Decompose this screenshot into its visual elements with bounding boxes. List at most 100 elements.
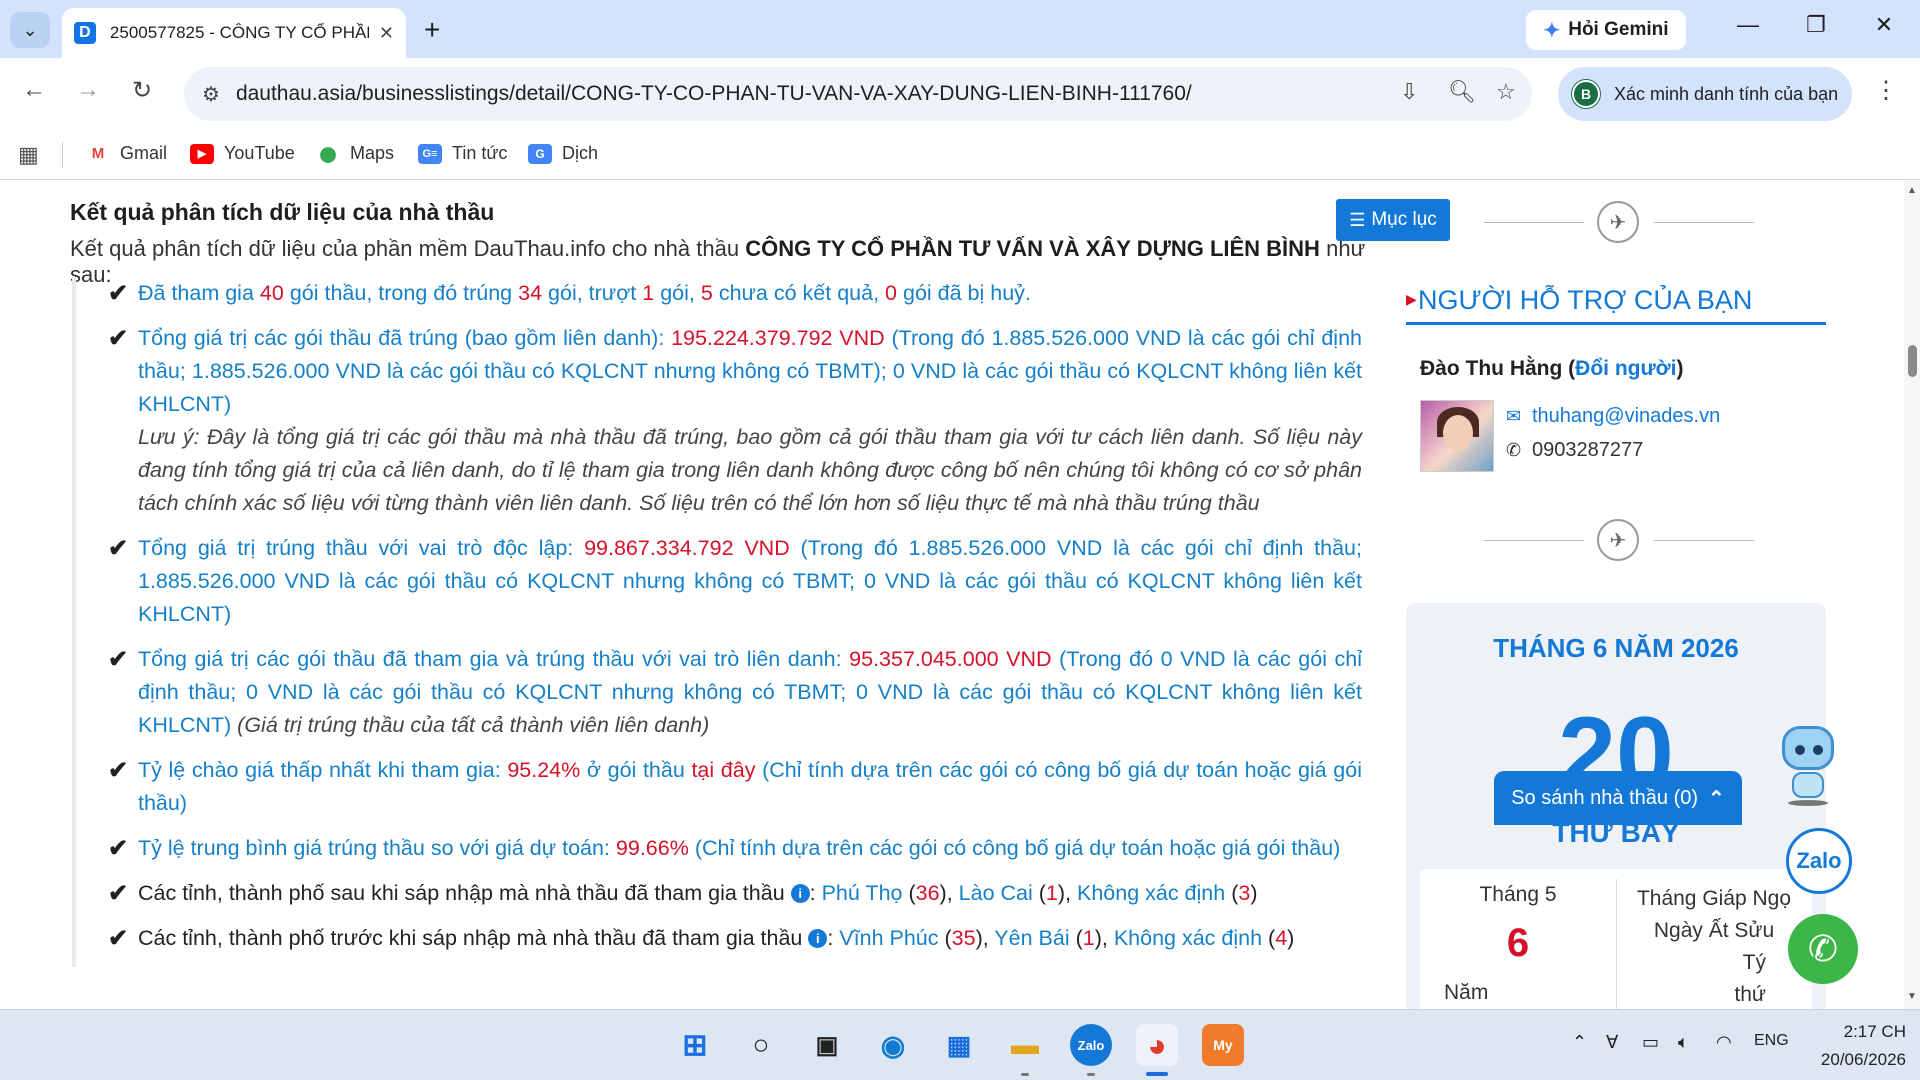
bookmark-translate[interactable]: G Dịch	[528, 143, 598, 164]
zalo-app-icon[interactable]: Zalo	[1070, 1024, 1112, 1066]
tab-title: 2500577825 - CÔNG TY CỔ PHẦN	[109, 23, 369, 42]
call-phone-button[interactable]: ✆	[1788, 914, 1858, 984]
bookmark-youtube[interactable]: ▶ YouTube	[190, 143, 295, 164]
checkmark-icon: ✔	[108, 646, 129, 673]
search-icon[interactable]: ○	[740, 1024, 782, 1066]
bookmark-news[interactable]: G≡ Tin tức	[418, 143, 507, 164]
bookmarks-divider	[62, 142, 63, 168]
chevron-up-icon: ⌃	[1708, 787, 1725, 810]
back-button[interactable]: ←	[16, 76, 52, 104]
scroll-thumb[interactable]	[1908, 345, 1917, 377]
tab-search-button[interactable]: ⌄	[10, 12, 50, 48]
phone-icon: ✆	[1807, 928, 1839, 969]
task-view-icon[interactable]: ▣	[806, 1024, 848, 1066]
province-link[interactable]: Yên Bái	[994, 926, 1069, 950]
close-window-button[interactable]: ✕	[1864, 12, 1904, 38]
youtube-icon: ▶	[190, 143, 214, 164]
clock-time: 2:17 CH	[1843, 1022, 1906, 1041]
chrome-browser-icon[interactable]: ◕	[1136, 1024, 1178, 1066]
province-link[interactable]: Lào Cai	[959, 881, 1033, 905]
province-link[interactable]: Không xác định	[1077, 881, 1225, 905]
province-link[interactable]: Vĩnh Phúc	[839, 926, 938, 950]
checkmark-icon: ✔	[108, 757, 129, 784]
address-bar[interactable]: ⚙ dauthau.asia/businesslistings/detail/C…	[184, 67, 1532, 121]
system-clock[interactable]: 2:17 CH 20/06/2026	[1796, 1018, 1906, 1074]
bookmark-label: Dịch	[562, 143, 599, 163]
language-indicator[interactable]: ENG	[1754, 1032, 1789, 1050]
envelope-icon: ✉	[1506, 406, 1522, 426]
info-icon[interactable]: i	[808, 929, 828, 948]
result-item-participation: ✔ Đã tham gia 40 gói thầu, trong đó trún…	[108, 277, 1362, 310]
lowest-bid-value: 95.24%	[507, 758, 581, 782]
checkmark-icon: ✔	[108, 880, 129, 907]
wifi-icon[interactable]: ◠	[1716, 1032, 1732, 1053]
section-heading: Kết quả phân tích dữ liệu của nhà thầu	[70, 199, 495, 225]
ask-gemini-button[interactable]: ✦ Hỏi Gemini	[1526, 10, 1686, 50]
intro-prefix: Kết quả phân tích dữ liệu của phần mềm D…	[70, 236, 740, 261]
info-icon[interactable]: i	[790, 884, 810, 903]
change-person-link[interactable]: Đổi người	[1575, 357, 1676, 380]
scroll-down-arrow-icon[interactable]: ▼	[1907, 991, 1917, 1002]
lunar-details: Tháng Giáp Ngọ Ngày Ất Sửu Tý thứ	[1636, 887, 1792, 1006]
more-menu-icon[interactable]: ⋮	[1874, 76, 1898, 105]
support-email[interactable]: ✉ thuhang@vinades.vn	[1506, 405, 1720, 428]
bookmark-gmail[interactable]: M Gmail	[86, 143, 167, 164]
tab-strip: ⌄ D 2500577825 - CÔNG TY CỔ PHẦN ✕ + ✦ H…	[0, 0, 1920, 58]
reload-button[interactable]: ↻	[124, 76, 160, 105]
restore-button[interactable]: ❐	[1796, 12, 1836, 38]
joint-venture-note: Lưu ý: Đây là tổng giá trị các gói thầu …	[138, 425, 1362, 515]
vpn-icon[interactable]: ∀	[1606, 1032, 1618, 1053]
company-name: CÔNG TY CỔ PHẦN TƯ VẤN VÀ XÂY DỰNG LIÊN …	[745, 236, 1320, 261]
microsoft-store-icon[interactable]: ▦	[938, 1024, 980, 1066]
install-app-icon[interactable]: ⇩	[1400, 79, 1418, 105]
result-item-provinces-before: ✔ Các tỉnh, thành phố trước khi sáp nhập…	[108, 922, 1362, 955]
new-tab-button[interactable]: +	[424, 14, 440, 46]
chevron-down-icon: ⌄	[22, 19, 38, 40]
list-icon: ☰	[1349, 209, 1366, 230]
dauthau-favicon-icon: D	[74, 22, 96, 44]
lunar-calendar-box: Tháng 5 6 Năm Tháng Giáp Ngọ Ngày Ất Sửu…	[1420, 869, 1812, 1009]
profile-verify-chip[interactable]: B Xác minh danh tính của bạn	[1558, 67, 1852, 121]
chatbot-robot-icon[interactable]	[1776, 716, 1840, 806]
bookmark-maps[interactable]: ⬤ Maps	[316, 143, 394, 164]
phone-icon: ✆	[1506, 440, 1522, 460]
ornament-divider: ✈	[1484, 201, 1754, 243]
medal-icon: ✈	[1597, 519, 1639, 561]
mybk-app-icon[interactable]: My	[1202, 1024, 1244, 1066]
url-text[interactable]: dauthau.asia/businesslistings/detail/CON…	[236, 82, 1192, 106]
apps-grid-icon[interactable]: ▦	[18, 142, 39, 168]
site-info-icon[interactable]: ⚙	[202, 82, 220, 107]
bookmark-star-icon[interactable]: ☆	[1496, 79, 1516, 105]
browser-toolbar: ← → ↻ ⚙ dauthau.asia/businesslistings/de…	[0, 58, 1920, 130]
caret-right-icon: ▶	[1406, 291, 1417, 307]
province-link[interactable]: Phú Thọ	[822, 881, 903, 905]
scroll-up-arrow-icon[interactable]: ▲	[1907, 185, 1917, 196]
here-link[interactable]: tại đây	[691, 758, 755, 782]
zoom-icon[interactable]: 🔍︎	[1448, 79, 1476, 105]
calendar-month: THÁNG 6 NĂM 2026	[1493, 633, 1739, 663]
gemini-label: Hỏi Gemini	[1568, 19, 1669, 40]
result-item-lowest-bid: ✔ Tỷ lệ chào giá thấp nhất khi tham gia:…	[108, 754, 1362, 820]
forward-button[interactable]: →	[70, 76, 106, 104]
bookmarks-bar: ▦ M Gmail ▶ YouTube ⬤ Maps G≡ Tin tức G …	[0, 130, 1920, 180]
verify-label: Xác minh danh tính của bạn	[1614, 83, 1839, 104]
province-link[interactable]: Không xác định	[1114, 926, 1262, 950]
lunar-month: Tháng 5	[1479, 883, 1557, 906]
gmail-icon: M	[91, 145, 105, 162]
active-tab[interactable]: D 2500577825 - CÔNG TY CỔ PHẦN ✕	[62, 8, 406, 58]
battery-icon[interactable]: ▭	[1642, 1032, 1659, 1053]
show-hidden-icons-chevron-icon[interactable]: ⌃	[1572, 1032, 1587, 1053]
bookmark-label: Tin tức	[452, 143, 508, 163]
compare-contractors-button[interactable]: So sánh nhà thầu (0) ⌃	[1494, 771, 1742, 825]
speaker-icon[interactable]: 🔈︎	[1678, 1032, 1689, 1053]
windows-start-icon[interactable]: ⊞	[674, 1024, 716, 1066]
result-item-provinces-after: ✔ Các tỉnh, thành phố sau khi sáp nhập m…	[108, 877, 1362, 910]
minimize-button[interactable]: —	[1728, 12, 1768, 38]
support-phone[interactable]: ✆ 0903287277	[1506, 439, 1643, 462]
joint-venture-value: 95.357.045.000 VND	[849, 647, 1052, 671]
file-explorer-icon[interactable]: ▬	[1004, 1024, 1046, 1066]
close-tab-icon[interactable]: ✕	[379, 23, 394, 44]
page-scrollbar[interactable]: ▲ ▼	[1904, 181, 1920, 1009]
zalo-chat-button[interactable]: Zalo	[1786, 828, 1852, 894]
edge-browser-icon[interactable]: ◉	[872, 1024, 914, 1066]
